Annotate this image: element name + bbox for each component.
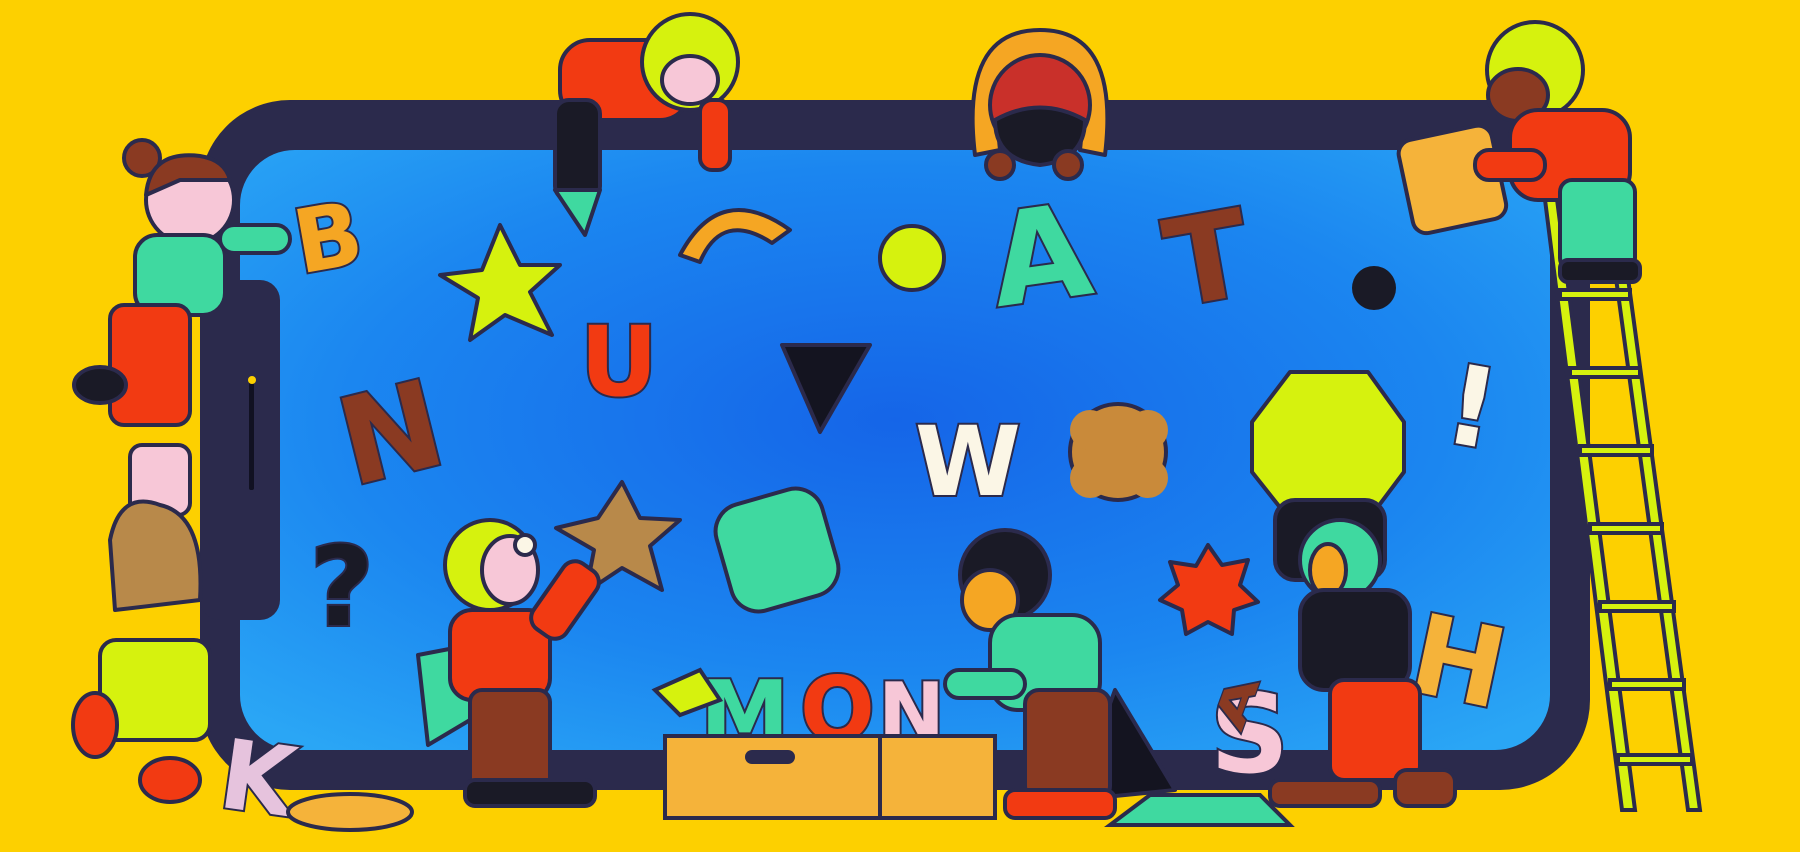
tan-flower xyxy=(1068,402,1168,502)
legs xyxy=(1023,688,1112,802)
letter-question: ? xyxy=(310,523,374,651)
box-body xyxy=(663,734,997,820)
legs xyxy=(553,98,602,202)
shoes xyxy=(463,778,597,808)
phone-side-slot xyxy=(249,380,254,490)
orange-floor-disc xyxy=(286,792,414,832)
letter-w: W xyxy=(915,406,1021,518)
phone-dot xyxy=(248,376,256,384)
legs xyxy=(108,303,192,427)
box-handle xyxy=(745,750,795,764)
lime-octagon xyxy=(1250,370,1406,522)
shoe xyxy=(72,365,128,405)
illustration-scene: B N U A T W ? ! H S K A M O N xyxy=(0,0,1800,852)
arm xyxy=(1473,148,1547,182)
shoes xyxy=(1003,788,1117,820)
shoes xyxy=(1268,778,1382,808)
phone-side-button xyxy=(200,280,280,620)
shoe xyxy=(1558,258,1642,284)
legs xyxy=(1328,678,1422,782)
torso xyxy=(1298,588,1412,692)
legs xyxy=(468,688,552,792)
lime-dot xyxy=(878,224,946,292)
letter-a: A xyxy=(981,176,1100,337)
arm xyxy=(698,98,732,172)
legs xyxy=(1558,178,1637,272)
arm xyxy=(943,668,1027,700)
letter-u: U xyxy=(580,306,658,418)
dark-dot xyxy=(1352,266,1396,310)
